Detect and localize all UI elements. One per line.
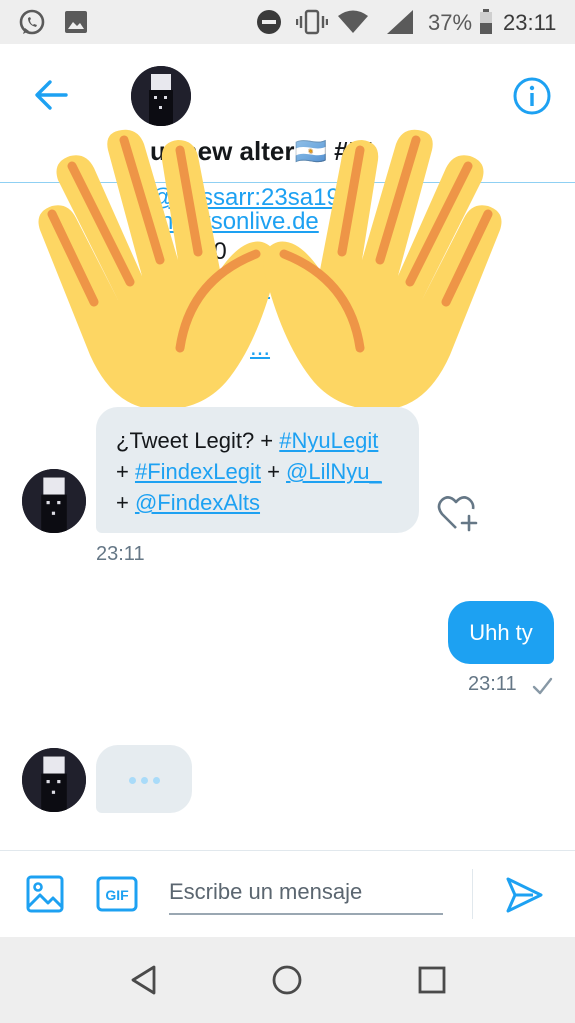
typing-indicator xyxy=(96,745,192,813)
nav-home-icon[interactable] xyxy=(271,964,303,996)
vibrate-icon xyxy=(296,9,328,35)
typing-dot xyxy=(141,777,148,784)
right-hand xyxy=(263,129,502,410)
info-icon[interactable] xyxy=(510,74,554,118)
left-hand xyxy=(38,129,277,410)
message-timestamp: 23:11 xyxy=(468,673,517,695)
image-icon[interactable] xyxy=(25,874,65,914)
compose-bar: GIF xyxy=(0,850,575,937)
signal-icon xyxy=(387,10,413,34)
heart-plus-icon[interactable] xyxy=(436,494,480,534)
hashtag-link[interactable]: #FindexLegit xyxy=(135,459,261,484)
mention-link[interactable]: @LilNyu_ xyxy=(286,459,382,484)
battery-icon xyxy=(480,9,492,34)
wifi-icon xyxy=(338,10,368,33)
nav-back-icon[interactable] xyxy=(128,964,160,996)
avatar[interactable] xyxy=(22,469,86,533)
image-icon xyxy=(65,11,87,33)
send-icon[interactable] xyxy=(503,875,545,915)
avatar-image xyxy=(131,66,191,126)
navigation-bar xyxy=(0,937,575,1023)
battery-percentage: 37% xyxy=(428,10,473,35)
do-not-disturb-icon xyxy=(257,10,281,34)
clock: 23:11 xyxy=(503,10,557,35)
hashtag-link[interactable]: #NyuLegit xyxy=(279,428,378,453)
sent-message-bubble[interactable]: Uhh ty xyxy=(448,601,554,664)
avatar-image xyxy=(22,748,86,812)
divider xyxy=(472,869,473,919)
message-text: ¿Tweet Legit? + xyxy=(116,428,280,453)
message-text: + xyxy=(116,490,135,515)
avatar[interactable] xyxy=(22,748,86,812)
message-input[interactable] xyxy=(169,871,443,915)
gif-label: GIF xyxy=(105,887,129,903)
received-message-bubble[interactable]: ¿Tweet Legit? + #NyuLegit + #FindexLegit… xyxy=(96,407,419,533)
message-text: + xyxy=(116,459,135,484)
checkmark-icon xyxy=(532,677,553,695)
mention-link[interactable]: @FindexAlts xyxy=(135,490,260,515)
whatsapp-icon xyxy=(19,9,45,35)
typing-dot xyxy=(129,777,136,784)
screen: 37% 23:11 u; new alter🇦🇷 #IT @nessarr:23… xyxy=(0,0,575,1023)
gif-icon[interactable]: GIF xyxy=(96,876,138,912)
avatar-image xyxy=(22,469,86,533)
typing-dot xyxy=(153,777,160,784)
status-bar: 37% 23:11 xyxy=(0,0,575,44)
message-timestamp: 23:11 xyxy=(96,543,145,565)
avatar[interactable] xyxy=(131,66,191,126)
message-text: + xyxy=(260,459,287,484)
nav-recents-icon[interactable] xyxy=(416,964,448,996)
back-arrow-icon[interactable] xyxy=(28,72,74,118)
raised-hands-emoji xyxy=(38,129,502,410)
